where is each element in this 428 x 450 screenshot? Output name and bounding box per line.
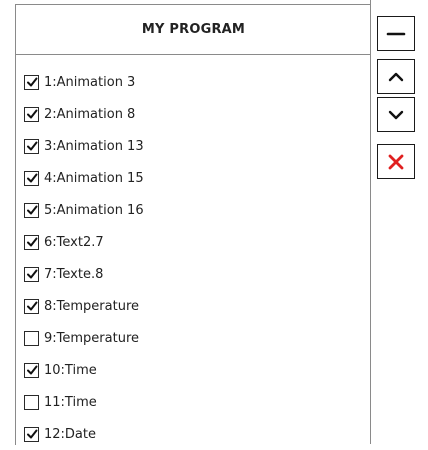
checkbox[interactable] bbox=[24, 74, 39, 90]
checkbox[interactable] bbox=[24, 426, 39, 442]
list-item[interactable]: 1:Animation 3 bbox=[24, 66, 144, 98]
program-panel: MY PROGRAM 1:Animation 3 2:Animation 8 3… bbox=[15, 4, 371, 445]
panel-header: MY PROGRAM bbox=[16, 5, 371, 55]
item-label: 12:Date bbox=[44, 426, 96, 442]
item-label: 1:Animation 3 bbox=[44, 74, 136, 90]
move-up-button[interactable] bbox=[377, 59, 415, 94]
checkbox[interactable] bbox=[24, 362, 39, 378]
list-item[interactable]: 8:Temperature bbox=[24, 290, 144, 322]
checkmark-icon bbox=[26, 173, 37, 183]
checkbox[interactable] bbox=[24, 138, 39, 154]
list-item[interactable]: 6:Text2.7 bbox=[24, 226, 144, 258]
item-label: 11:Time bbox=[44, 394, 97, 410]
item-label: 10:Time bbox=[44, 362, 97, 378]
panel-title: MY PROGRAM bbox=[141, 22, 246, 37]
list-item[interactable]: 12:Date bbox=[24, 418, 144, 450]
checkbox[interactable] bbox=[24, 330, 39, 346]
checkmark-icon bbox=[26, 77, 37, 87]
checkmark-icon bbox=[26, 365, 37, 375]
checkbox[interactable] bbox=[24, 234, 39, 250]
chevron-down-icon bbox=[388, 110, 404, 119]
checkmark-icon bbox=[26, 109, 37, 119]
checkmark-icon bbox=[26, 205, 37, 215]
list-item[interactable]: 11:Time bbox=[24, 386, 144, 418]
checkbox[interactable] bbox=[24, 394, 39, 410]
checkmark-icon bbox=[26, 237, 37, 247]
checkbox[interactable] bbox=[24, 266, 39, 282]
item-label: 4:Animation 15 bbox=[44, 170, 144, 186]
list-item[interactable]: 3:Animation 13 bbox=[24, 130, 144, 162]
list-item[interactable]: 9:Temperature bbox=[24, 322, 144, 354]
list-item[interactable]: 10:Time bbox=[24, 354, 144, 386]
checkmark-icon bbox=[26, 141, 37, 151]
checkmark-icon bbox=[26, 429, 37, 439]
item-label: 8:Temperature bbox=[44, 298, 139, 314]
checkbox[interactable] bbox=[24, 170, 39, 186]
list-item[interactable]: 4:Animation 15 bbox=[24, 162, 144, 194]
divider bbox=[370, 0, 371, 444]
list-item[interactable]: 2:Animation 8 bbox=[24, 98, 144, 130]
move-down-button[interactable] bbox=[377, 97, 415, 132]
item-label: 7:Texte.8 bbox=[44, 266, 104, 282]
list-item[interactable]: 7:Texte.8 bbox=[24, 258, 144, 290]
close-icon bbox=[388, 154, 404, 169]
item-label: 6:Text2.7 bbox=[44, 234, 104, 250]
collapse-button[interactable] bbox=[377, 16, 415, 51]
delete-button[interactable] bbox=[377, 144, 415, 179]
item-label: 3:Animation 13 bbox=[44, 138, 144, 154]
list-item[interactable]: 5:Animation 16 bbox=[24, 194, 144, 226]
minus-icon bbox=[386, 32, 406, 35]
item-label: 9:Temperature bbox=[44, 330, 139, 346]
checkmark-icon bbox=[26, 301, 37, 311]
checkbox[interactable] bbox=[24, 202, 39, 218]
item-label: 2:Animation 8 bbox=[44, 106, 136, 122]
chevron-up-icon bbox=[388, 72, 404, 81]
checkbox[interactable] bbox=[24, 298, 39, 314]
item-label: 5:Animation 16 bbox=[44, 202, 144, 218]
checkbox[interactable] bbox=[24, 106, 39, 122]
checkmark-icon bbox=[26, 269, 37, 279]
program-list: 1:Animation 3 2:Animation 8 3:Animation … bbox=[24, 66, 144, 450]
